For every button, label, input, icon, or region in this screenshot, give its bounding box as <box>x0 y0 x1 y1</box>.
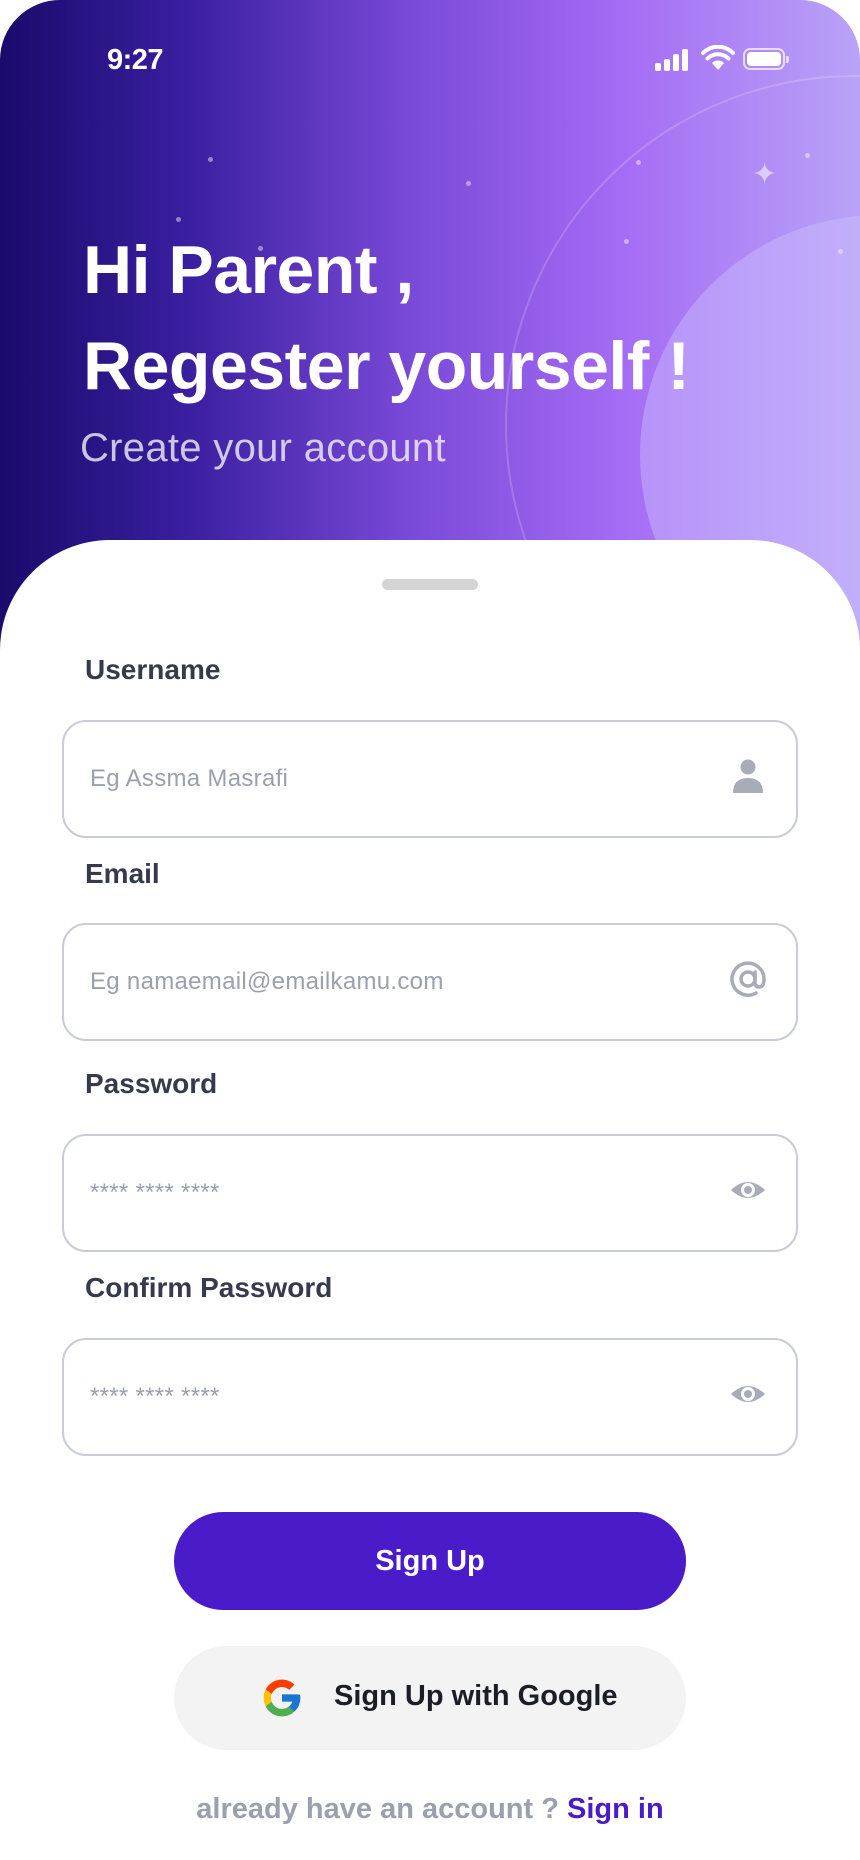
star-dot <box>636 160 641 165</box>
confirm-password-field[interactable] <box>62 1338 798 1456</box>
greeting-line-2: Regester yourself ! <box>83 328 690 404</box>
sign-up-button[interactable]: Sign Up <box>174 1512 686 1610</box>
password-input[interactable] <box>90 1136 690 1250</box>
sheet-drag-handle[interactable] <box>382 579 478 590</box>
eye-icon[interactable] <box>728 1374 768 1414</box>
greeting-line-1: Hi Parent , <box>83 232 414 308</box>
page-subtitle: Create your account <box>80 426 446 470</box>
page-title: Hi Parent , Regester yourself ! <box>83 222 690 414</box>
status-icons <box>655 45 795 75</box>
star-dot <box>838 249 843 254</box>
google-sign-up-label: Sign Up with Google <box>334 1680 618 1712</box>
email-label: Email <box>85 858 160 889</box>
user-icon <box>733 759 763 793</box>
star-dot <box>466 181 471 186</box>
confirm-password-label: Confirm Password <box>85 1272 333 1303</box>
password-field[interactable] <box>62 1134 798 1252</box>
at-sign-icon <box>730 961 766 997</box>
google-sign-up-button[interactable]: Sign Up with Google <box>174 1646 686 1750</box>
star-dot <box>805 153 810 158</box>
username-input[interactable] <box>90 722 690 836</box>
confirm-password-input[interactable] <box>90 1340 690 1454</box>
email-field[interactable] <box>62 923 798 1041</box>
sign-in-prompt-text: already have an account ? <box>196 1793 559 1825</box>
sign-in-link[interactable]: Sign in <box>567 1793 664 1825</box>
username-field[interactable] <box>62 720 798 838</box>
sparkle-icon: ✦ <box>752 157 778 192</box>
star-dot <box>208 157 213 162</box>
eye-icon[interactable] <box>728 1170 768 1210</box>
email-input[interactable] <box>90 925 690 1039</box>
google-logo-icon <box>263 1679 301 1717</box>
status-time: 9:27 <box>107 44 164 76</box>
cellular-signal-icon <box>655 49 691 71</box>
username-label: Username <box>85 654 221 685</box>
sign-in-prompt: already have an account ? Sign in <box>0 1793 860 1826</box>
wifi-icon <box>701 45 735 70</box>
battery-icon <box>743 48 789 70</box>
phone-screen: ✦ 9:27 Hi Parent , Regester yourself ! C… <box>0 0 860 1860</box>
password-label: Password <box>85 1068 218 1099</box>
